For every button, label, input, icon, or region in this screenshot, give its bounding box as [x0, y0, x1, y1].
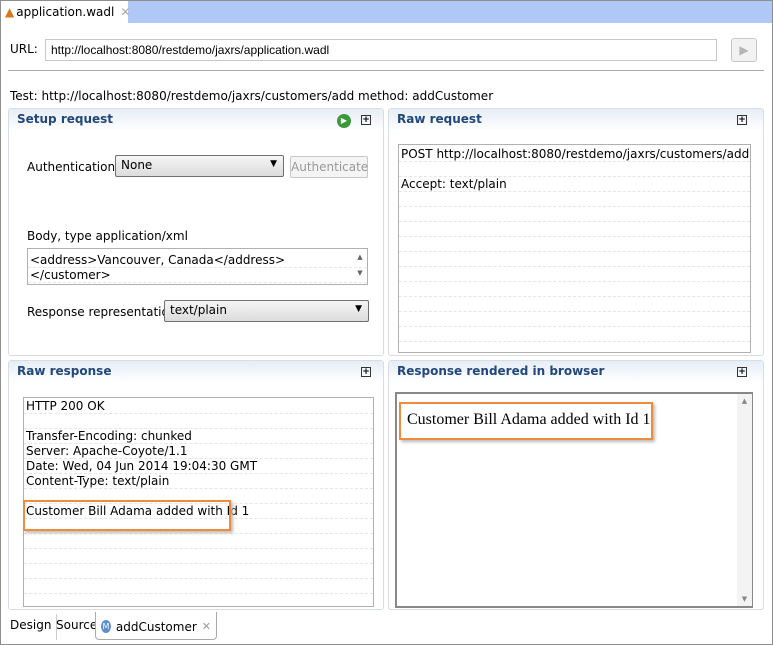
setup-request-panel: Setup request ▶ + Authentication: None ▼ … [8, 108, 384, 356]
body-label: Body, type application/xml [27, 229, 188, 243]
run-test-icon[interactable]: ▶ [337, 114, 351, 128]
url-label: URL: [10, 42, 38, 56]
raw-request-text[interactable]: POST http://localhost:8080/restdemo/jaxr… [398, 144, 751, 353]
rendered-response-panel: Response rendered in browser + Customer … [388, 360, 764, 610]
text-line: Accept: text/plain [399, 177, 750, 192]
text-line: POST http://localhost:8080/restdemo/jaxr… [399, 147, 750, 162]
scrollbar[interactable]: ▲ ▼ [353, 249, 367, 284]
body-line: </customer> [28, 268, 367, 283]
text-line: HTTP 200 OK [24, 399, 373, 414]
method-icon: M [101, 620, 111, 633]
maximize-icon[interactable]: + [361, 367, 371, 377]
close-icon[interactable]: ✕ [202, 620, 211, 633]
close-icon[interactable]: ✕ [120, 5, 130, 19]
body-textarea[interactable]: <address>Vancouver, Canada</address> </c… [27, 248, 368, 285]
tab-design[interactable]: Design [5, 614, 58, 640]
auth-select[interactable]: None ▼ [115, 155, 284, 177]
maximize-icon[interactable]: + [737, 367, 747, 377]
maximize-icon[interactable]: + [361, 115, 371, 125]
tab-application-wadl[interactable]: ▲ application.wadl ✕ [1, 1, 130, 23]
text-line [399, 162, 750, 177]
text-line: Content-Type: text/plain [24, 474, 373, 489]
bottom-tab-bar: Design Source M addCustomer ✕ [1, 612, 772, 644]
panel-title: Raw response [17, 364, 112, 378]
text-line [24, 414, 373, 429]
scrollbar[interactable]: ▲ ▼ [737, 394, 752, 606]
wadl-file-icon: ▲ [5, 5, 15, 19]
text-line: Server: Apache-Coyote/1.1 [24, 444, 373, 459]
repr-label: Response representation: [27, 305, 181, 319]
highlight-box [399, 402, 653, 440]
run-button[interactable]: ▶ [731, 38, 757, 62]
raw-request-panel: Raw request + POST http://localhost:8080… [388, 108, 764, 356]
authenticate-button[interactable]: Authenticate [290, 156, 368, 178]
tab-addcustomer[interactable]: M addCustomer ✕ [95, 612, 217, 640]
repr-select[interactable]: text/plain ▼ [164, 300, 369, 322]
body-line: <address>Vancouver, Canada</address> [28, 253, 367, 268]
test-line: Test: http://localhost:8080/restdemo/jax… [10, 89, 494, 103]
tab-label: addCustomer [115, 619, 197, 634]
panel-title: Response rendered in browser [397, 364, 605, 378]
panel-title: Raw request [397, 112, 482, 126]
chevron-down-icon: ▼ [270, 159, 277, 169]
url-input[interactable] [45, 39, 717, 61]
raw-response-panel: Raw response + HTTP 200 OK Transfer-Enco… [8, 360, 384, 610]
highlight-box [23, 500, 231, 531]
run-icon: ▶ [739, 43, 749, 57]
auth-label: Authentication: [27, 160, 120, 174]
chevron-down-icon: ▼ [355, 304, 362, 314]
text-line: Transfer-Encoding: chunked [24, 429, 373, 444]
tab-title: application.wadl [16, 5, 115, 19]
separator [8, 70, 764, 71]
panel-title: Setup request [17, 112, 114, 126]
text-line: Date: Wed, 04 Jun 2014 19:04:30 GMT [24, 459, 373, 474]
maximize-icon[interactable]: + [737, 115, 747, 125]
